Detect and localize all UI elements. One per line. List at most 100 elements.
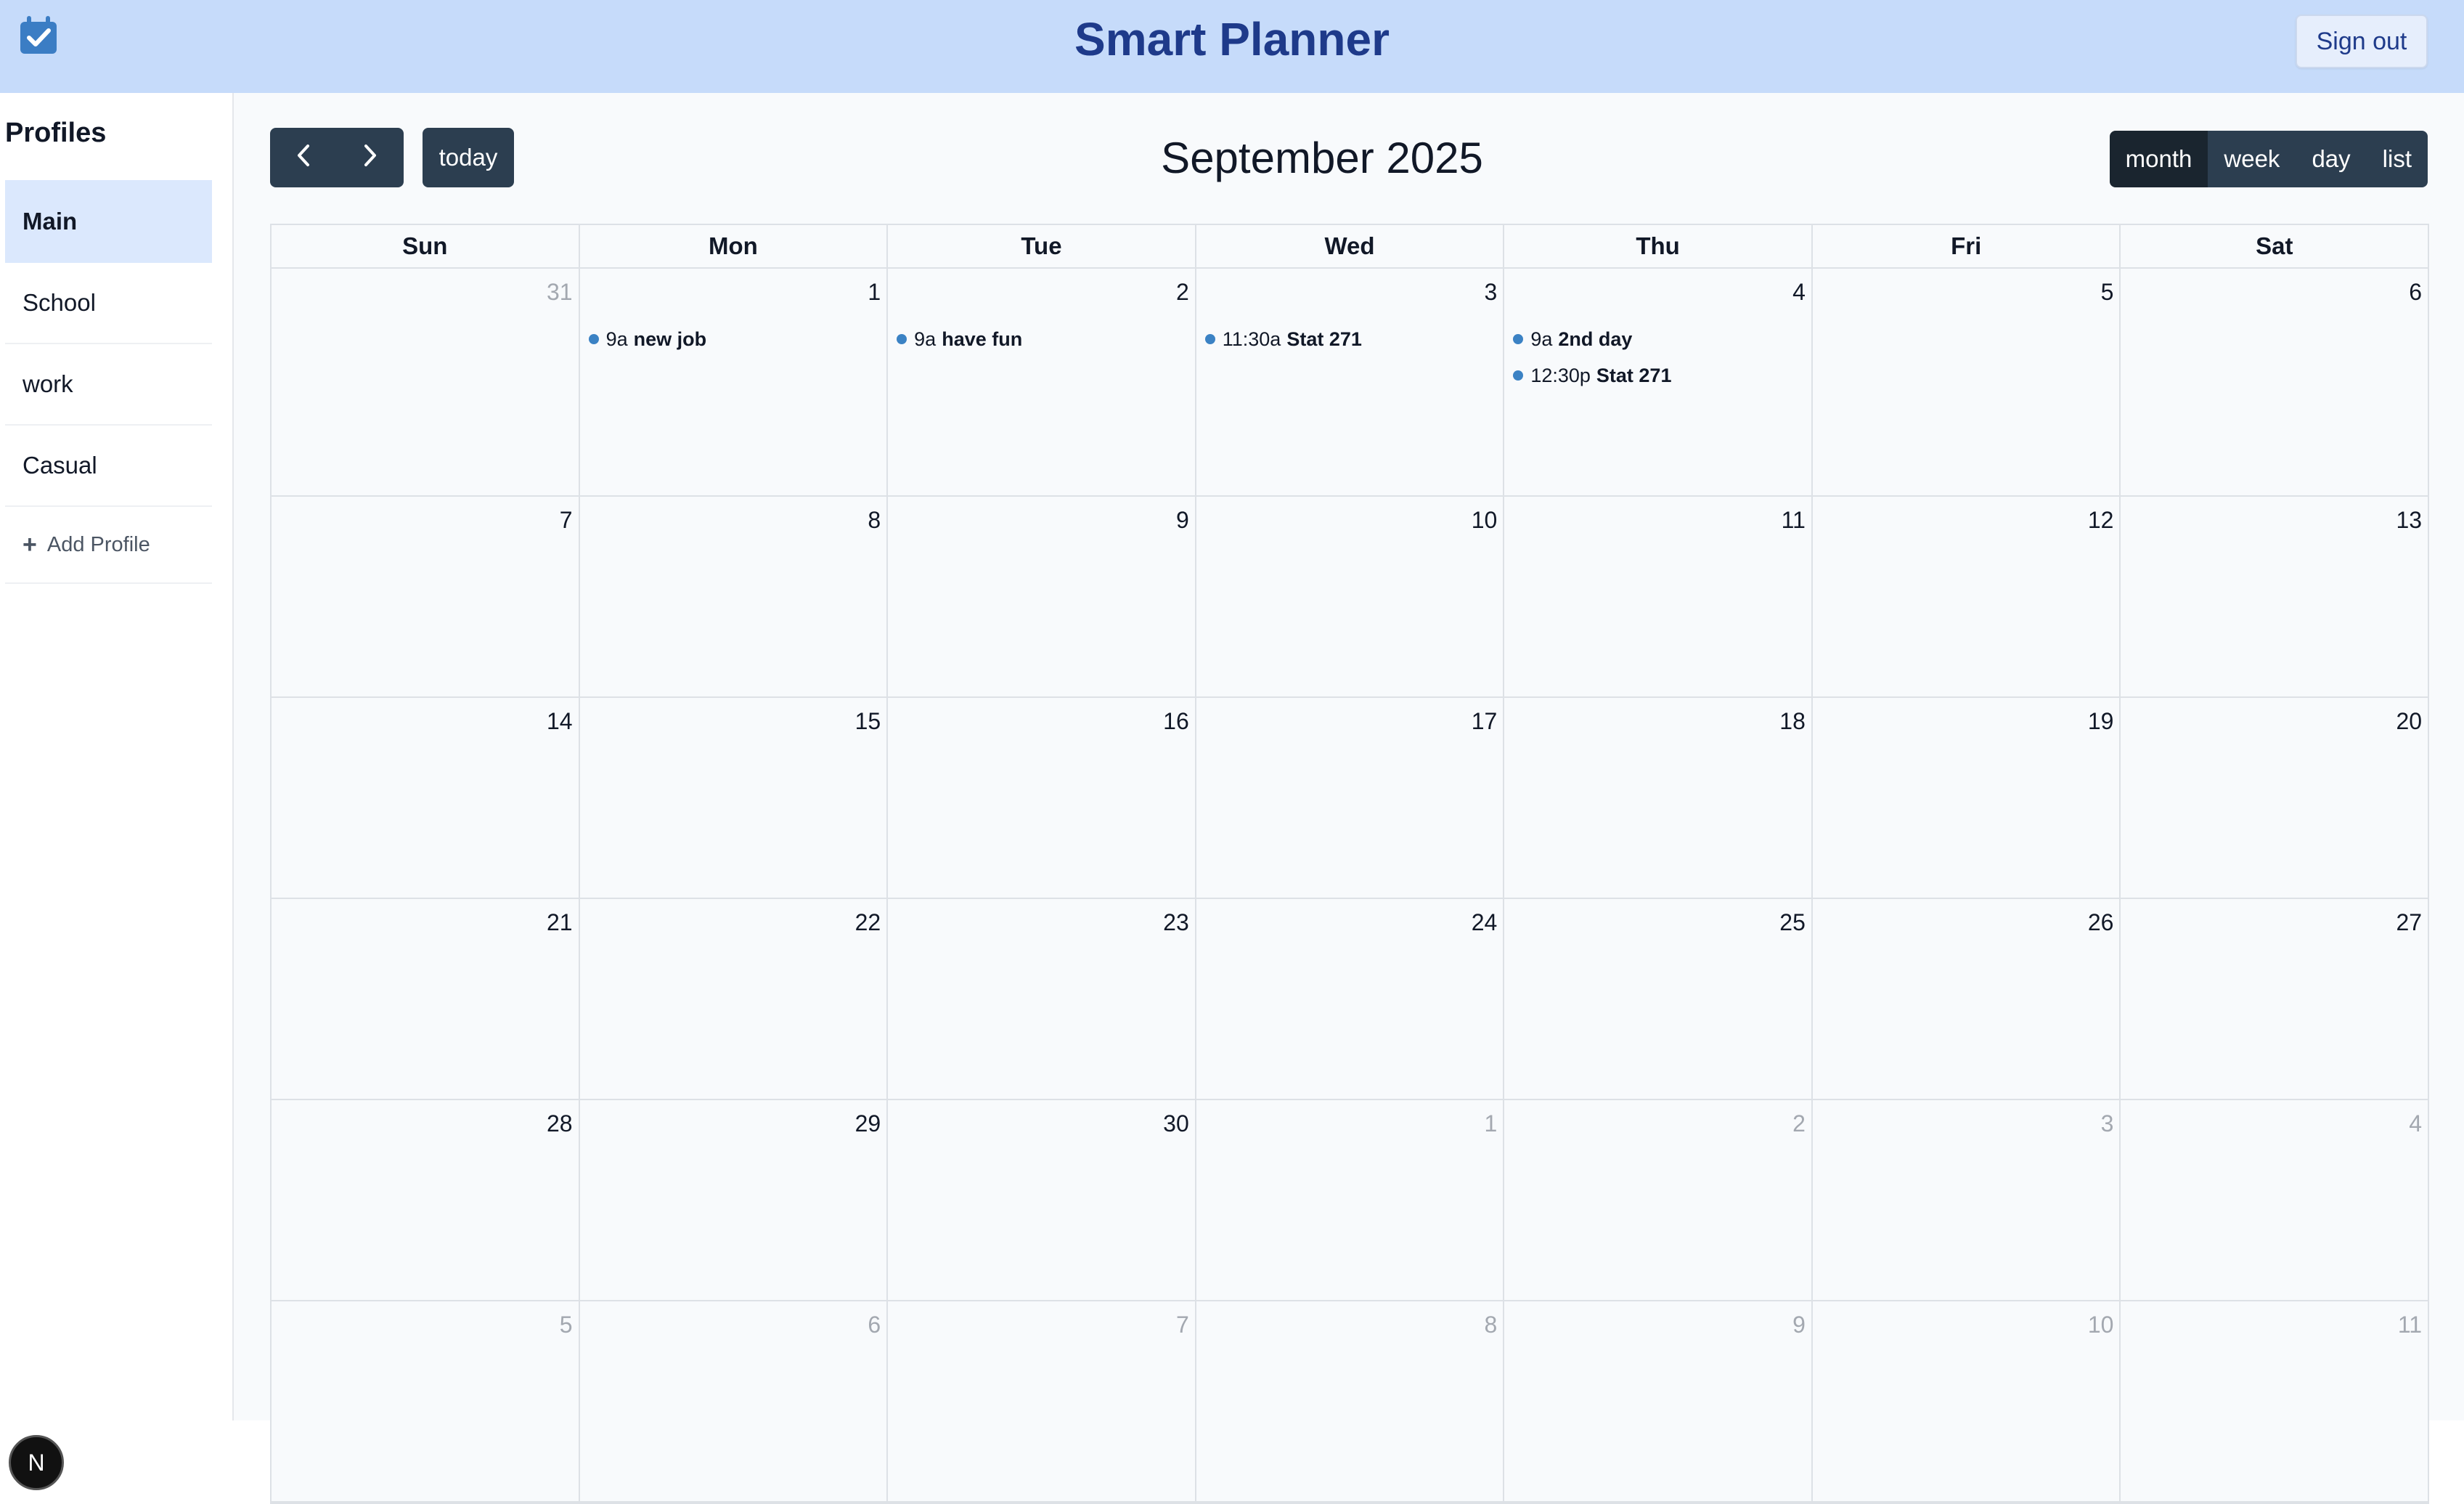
profile-item-school[interactable]: School	[5, 263, 212, 344]
day-number[interactable]: 2	[1792, 1110, 1806, 1137]
day-cell[interactable]: 4	[2121, 1100, 2428, 1300]
day-number[interactable]: 15	[855, 708, 881, 735]
view-week-button[interactable]: week	[2208, 131, 2296, 187]
day-number[interactable]: 26	[2088, 909, 2114, 936]
day-number[interactable]: 20	[2396, 708, 2422, 735]
day-number[interactable]: 17	[1472, 708, 1498, 735]
day-number[interactable]: 27	[2396, 909, 2422, 936]
day-cell[interactable]: 20	[2121, 698, 2428, 898]
day-number[interactable]: 21	[547, 909, 573, 936]
day-cell[interactable]: 8	[1196, 1301, 1505, 1501]
view-list-button[interactable]: list	[2366, 131, 2428, 187]
calendar-event[interactable]: 12:30p Stat 271	[1513, 357, 1807, 394]
day-cell[interactable]: 21	[272, 899, 580, 1099]
day-cell[interactable]: 9	[1504, 1301, 1813, 1501]
day-number[interactable]: 8	[1485, 1312, 1498, 1338]
day-number[interactable]: 30	[1163, 1110, 1189, 1137]
profile-item-work[interactable]: work	[5, 344, 212, 426]
view-day-button[interactable]: day	[2296, 131, 2367, 187]
calendar-event[interactable]: 11:30a Stat 271	[1204, 321, 1499, 357]
day-number[interactable]: 7	[1176, 1312, 1189, 1338]
day-number[interactable]: 24	[1472, 909, 1498, 936]
day-cell[interactable]: 29	[580, 1100, 889, 1300]
day-cell[interactable]: 15	[580, 698, 889, 898]
calendar-event[interactable]: 9a new job	[588, 321, 883, 357]
day-cell[interactable]: 12	[1813, 497, 2121, 696]
day-cell[interactable]: 18	[1504, 698, 1813, 898]
sign-out-button[interactable]: Sign out	[2296, 15, 2428, 68]
day-number[interactable]: 12	[2088, 507, 2114, 534]
view-month-button[interactable]: month	[2109, 131, 2208, 187]
profile-item-main[interactable]: Main	[5, 180, 212, 263]
day-cell[interactable]: 2 9a have fun	[888, 269, 1196, 495]
day-number[interactable]: 23	[1163, 909, 1189, 936]
day-number[interactable]: 3	[2101, 1110, 2114, 1137]
day-cell[interactable]: 13	[2121, 497, 2428, 696]
day-number[interactable]: 5	[2101, 279, 2114, 306]
day-cell[interactable]: 9	[888, 497, 1196, 696]
day-cell[interactable]: 10	[1196, 497, 1505, 696]
day-number[interactable]: 18	[1779, 708, 1806, 735]
day-number[interactable]: 31	[547, 279, 573, 306]
day-cell[interactable]: 26	[1813, 899, 2121, 1099]
day-number[interactable]: 13	[2396, 507, 2422, 534]
day-cell[interactable]: 3	[1813, 1100, 2121, 1300]
day-number[interactable]: 11	[1782, 507, 1806, 534]
day-number[interactable]: 1	[868, 279, 881, 306]
profile-item-casual[interactable]: Casual	[5, 426, 212, 507]
day-number[interactable]: 6	[868, 1312, 881, 1338]
day-cell[interactable]: 5	[272, 1301, 580, 1501]
day-cell[interactable]: 3 11:30a Stat 271	[1196, 269, 1505, 495]
day-cell[interactable]: 7	[888, 1301, 1196, 1501]
day-cell[interactable]: 4 9a 2nd day 12:30p Stat 271	[1504, 269, 1813, 495]
day-number[interactable]: 3	[1485, 279, 1498, 306]
day-cell[interactable]: 31	[272, 269, 580, 495]
day-cell[interactable]: 30	[888, 1100, 1196, 1300]
day-cell[interactable]: 25	[1504, 899, 1813, 1099]
day-number[interactable]: 10	[2088, 1312, 2114, 1338]
day-cell[interactable]: 28	[272, 1100, 580, 1300]
day-number[interactable]: 10	[1472, 507, 1498, 534]
day-cell[interactable]: 2	[1504, 1100, 1813, 1300]
day-cell[interactable]: 14	[272, 698, 580, 898]
day-cell[interactable]: 10	[1813, 1301, 2121, 1501]
calendar-event[interactable]: 9a have fun	[897, 321, 1191, 357]
day-cell[interactable]: 24	[1196, 899, 1505, 1099]
day-cell[interactable]: 6	[2121, 269, 2428, 495]
day-number[interactable]: 28	[547, 1110, 573, 1137]
day-cell[interactable]: 5	[1813, 269, 2121, 495]
calendar-event[interactable]: 9a 2nd day	[1513, 321, 1807, 357]
day-cell[interactable]: 11	[2121, 1301, 2428, 1501]
day-number[interactable]: 1	[1485, 1110, 1498, 1137]
day-number[interactable]: 2	[1176, 279, 1189, 306]
day-number[interactable]: 5	[560, 1312, 573, 1338]
day-number[interactable]: 8	[868, 507, 881, 534]
day-number[interactable]: 22	[855, 909, 881, 936]
day-cell[interactable]: 1	[1196, 1100, 1505, 1300]
day-number[interactable]: 9	[1792, 1312, 1806, 1338]
day-cell[interactable]: 19	[1813, 698, 2121, 898]
day-number[interactable]: 25	[1779, 909, 1806, 936]
day-number[interactable]: 29	[855, 1110, 881, 1137]
add-profile-button[interactable]: + Add Profile	[5, 507, 212, 584]
day-number[interactable]: 16	[1163, 708, 1189, 735]
day-number[interactable]: 19	[2088, 708, 2114, 735]
day-cell[interactable]: 11	[1504, 497, 1813, 696]
day-cell[interactable]: 16	[888, 698, 1196, 898]
day-cell[interactable]: 1 9a new job	[580, 269, 889, 495]
day-number[interactable]: 9	[1176, 507, 1189, 534]
day-number[interactable]: 4	[1792, 279, 1806, 306]
dev-tools-badge[interactable]: N	[9, 1435, 64, 1490]
day-cell[interactable]: 27	[2121, 899, 2428, 1099]
day-number[interactable]: 14	[547, 708, 573, 735]
day-cell[interactable]: 22	[580, 899, 889, 1099]
day-cell[interactable]: 6	[580, 1301, 889, 1501]
day-number[interactable]: 6	[2409, 279, 2422, 306]
day-cell[interactable]: 17	[1196, 698, 1505, 898]
day-number[interactable]: 7	[560, 507, 573, 534]
day-cell[interactable]: 7	[272, 497, 580, 696]
day-cell[interactable]: 23	[888, 899, 1196, 1099]
day-number[interactable]: 4	[2409, 1110, 2422, 1137]
day-number[interactable]: 11	[2398, 1312, 2422, 1338]
day-cell[interactable]: 8	[580, 497, 889, 696]
